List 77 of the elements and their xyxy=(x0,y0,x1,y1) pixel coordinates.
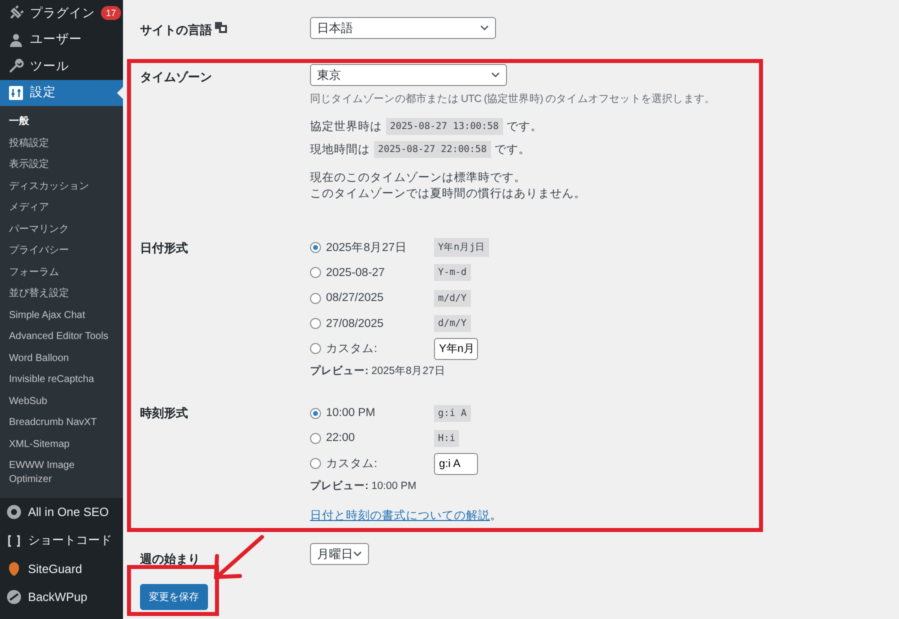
time-label: 協定世界時は xyxy=(310,120,382,134)
radio-option[interactable]: カスタム: xyxy=(310,341,434,356)
time-suffix: です。 xyxy=(494,143,531,157)
radio-option[interactable]: 08/27/2025 xyxy=(310,292,434,304)
plug-icon xyxy=(8,5,24,22)
language-select[interactable]: 日本語 xyxy=(310,17,496,39)
menu-item[interactable]: プラグイン 17 xyxy=(0,0,123,26)
submenu-item[interactable]: ディスカッション xyxy=(0,176,123,197)
shield-icon xyxy=(6,561,22,577)
submenu-item[interactable]: 一般 xyxy=(0,111,123,132)
submenu-item[interactable]: フォーラム xyxy=(0,262,123,283)
radio-option[interactable]: 22:00 xyxy=(310,432,434,444)
menu-item[interactable]: ショートコード xyxy=(0,526,123,555)
field-label: サイトの言語 xyxy=(140,22,212,39)
radio-option[interactable]: 10:00 PM xyxy=(310,407,434,420)
submenu-item[interactable]: Breadcrumb NavXT xyxy=(0,412,123,434)
radio-option[interactable]: 2025-08-27 xyxy=(310,266,434,279)
submenu-item[interactable]: パーマリンク xyxy=(0,218,123,240)
disc-icon xyxy=(6,589,22,605)
submenu-item[interactable]: WebSub xyxy=(0,390,123,412)
save-button[interactable]: 変更を保存 xyxy=(140,584,208,610)
wrench-icon xyxy=(8,58,24,74)
chevron-icon xyxy=(480,25,489,31)
format-code: m/d/Y xyxy=(434,290,471,307)
submenu-item[interactable]: 表示設定 xyxy=(0,154,123,176)
submenu-item[interactable]: 投稿設定 xyxy=(0,132,123,154)
menu-item[interactable]: BackWPup xyxy=(0,583,123,611)
settings-icon xyxy=(8,84,24,101)
submenu-item[interactable]: Advanced Editor Tools xyxy=(0,326,123,348)
submenu-item[interactable]: EWWW Image Optimizer xyxy=(0,455,123,490)
gear-icon xyxy=(6,504,22,520)
help-link[interactable]: 日付と時刻の書式についての解説 xyxy=(310,510,490,522)
menu-item[interactable]: All in One SEO xyxy=(0,498,123,526)
timezone-select[interactable]: 東京 xyxy=(310,64,507,86)
menu-item[interactable]: ユーザー xyxy=(0,26,123,53)
time-code: 2025-08-27 13:00:58 xyxy=(386,118,503,135)
submenu-item[interactable]: プライバシー xyxy=(0,240,123,262)
submenu-item[interactable]: XML-Sitemap xyxy=(0,434,123,455)
time-code: 2025-08-27 22:00:58 xyxy=(374,141,491,158)
radio-option[interactable]: 2025年8月27日 xyxy=(310,240,434,256)
menu-item[interactable]: ツール xyxy=(0,53,123,80)
time-label: 現地時間は xyxy=(310,142,370,157)
translate-icon xyxy=(215,22,227,33)
field-label: 時刻形式 xyxy=(140,405,188,422)
submenu-item[interactable]: 並び替え設定 xyxy=(0,283,123,304)
format-preview: プレビュー: 2025年8月27日 xyxy=(310,364,446,378)
format-code: Y年n月j日 xyxy=(434,238,490,258)
week-start-select[interactable]: 月曜日 xyxy=(310,543,369,566)
field-label: 週の始まり xyxy=(140,551,200,568)
brackets-icon xyxy=(6,532,22,548)
count-badge: 17 xyxy=(101,6,122,20)
submenu-item[interactable]: Simple Ajax Chat xyxy=(0,304,123,326)
format-preview: プレビュー: 10:00 PM xyxy=(310,479,416,494)
menu-item[interactable]: SiteGuard xyxy=(0,555,123,583)
time-suffix: です。 xyxy=(506,120,543,134)
annotation-arrow xyxy=(214,535,264,580)
custom-format-field[interactable]: Y年n月 xyxy=(434,338,478,360)
format-code: d/m/Y xyxy=(434,315,471,332)
format-code: Y-m-d xyxy=(434,264,471,282)
submenu-item[interactable]: Word Balloon xyxy=(0,348,123,369)
submenu-item[interactable]: Invisible reCaptcha xyxy=(0,369,123,390)
radio-option[interactable]: カスタム: xyxy=(310,456,434,472)
user-icon xyxy=(8,32,24,48)
radio-option[interactable]: 27/08/2025 xyxy=(310,318,434,330)
custom-format-field[interactable]: g:i A xyxy=(434,452,478,475)
chevron-icon xyxy=(491,72,500,78)
format-code: g:i A xyxy=(434,404,471,422)
timezone-note: このタイムゾーンでは夏時間の慣行はありません。 xyxy=(310,186,586,202)
menu-item[interactable]: 設定 xyxy=(0,80,123,106)
timezone-description: 同じタイムゾーンの都市または UTC (協定世界時) のタイムオフセットを選択します。 xyxy=(310,92,716,106)
timezone-note: 現在のこのタイムゾーンは標準時です。 xyxy=(310,170,527,186)
chevron-icon xyxy=(353,551,362,558)
submenu-item[interactable]: メディア xyxy=(0,197,123,218)
field-label: 日付形式 xyxy=(140,240,188,257)
format-code: H:i xyxy=(434,430,460,447)
link-period: 。 xyxy=(490,510,502,522)
field-label: タイムゾーン xyxy=(140,69,212,86)
